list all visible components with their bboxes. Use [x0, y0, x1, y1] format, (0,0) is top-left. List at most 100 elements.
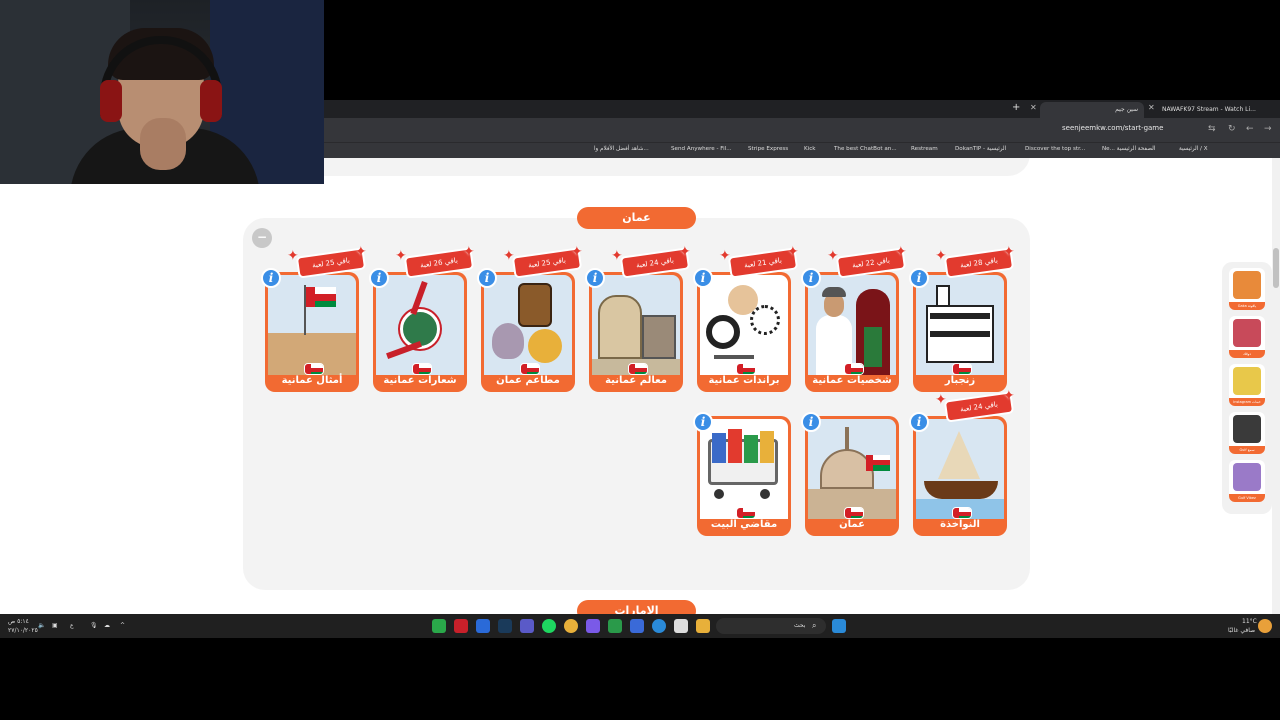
category-card-oman[interactable]: i عمان [801, 412, 899, 536]
chrome-icon[interactable] [564, 619, 578, 633]
bookmark-item[interactable]: شاهد أفضل الأفلام وا... [594, 146, 649, 152]
side-rail-item[interactable]: Gulf سمع [1229, 412, 1265, 454]
bookmark-item[interactable]: الرئيسية / X [1179, 146, 1208, 152]
bookmark-item[interactable]: DokanTIP - الرئيسية [955, 146, 1006, 152]
star-icon: ✦ [355, 244, 367, 260]
info-icon[interactable]: i [477, 268, 497, 288]
bookmark-item[interactable]: Stripe Express [748, 146, 788, 152]
webcam-overlay [0, 0, 324, 184]
tab-kick-stream[interactable]: NAWAFK97 Stream - Watch Li... [1156, 102, 1268, 118]
star-icon: ✦ [827, 248, 839, 264]
close-tab-icon[interactable]: ✕ [1148, 103, 1155, 112]
category-card-groceries[interactable]: i مقاضي البيت [693, 412, 791, 536]
taskbar-search[interactable]: بحث ⌕ [716, 618, 826, 634]
forward-icon[interactable]: → [1264, 124, 1272, 134]
spotify-icon[interactable] [542, 619, 556, 633]
side-rail: Gaka ياقوتة ذوقك Instagram خبنات Gulf سم… [1222, 262, 1272, 514]
previous-section-panel [243, 158, 1030, 176]
info-icon[interactable]: i [585, 268, 605, 288]
network-icon[interactable]: ▣ [52, 622, 58, 629]
back-icon[interactable]: ← [1246, 124, 1254, 134]
app-icon[interactable] [454, 619, 468, 633]
discord-icon[interactable] [586, 619, 600, 633]
app-icon[interactable] [630, 619, 644, 633]
category-card-omani-landmarks[interactable]: i باقي 24 لعبة ✦ ✦ معالم عمانية [585, 244, 691, 392]
category-card-omani-brands[interactable]: i باقي 21 لعبة ✦ ✦ براندات عمانية [693, 244, 799, 392]
card-title: النواخذة [940, 519, 980, 530]
bookmark-item[interactable]: Restream [911, 146, 938, 152]
info-icon[interactable]: i [909, 268, 929, 288]
card-image [376, 275, 464, 375]
translate-icon[interactable]: ⇆ [1208, 124, 1216, 134]
scrollbar-track[interactable] [1272, 158, 1280, 614]
star-icon: ✦ [1003, 388, 1015, 404]
category-card-zanzibar[interactable]: i باقي 28 لعبة ✦ ✦ زنجبار [909, 244, 1015, 392]
bookmark-item[interactable]: Ne... الصفحة الرئيسية [1102, 146, 1155, 152]
star-icon: ✦ [287, 248, 299, 264]
card-title: شعارات عمانية [383, 375, 457, 386]
card-title: مطاعم عمان [496, 375, 560, 386]
weather-temp[interactable]: 11°C [1242, 618, 1257, 625]
card-title: مقاضي البيت [710, 519, 778, 530]
word-icon[interactable] [476, 619, 490, 633]
scrollbar-thumb[interactable] [1273, 248, 1279, 288]
bookmark-item[interactable]: Discover the top str... [1025, 146, 1085, 152]
close-tab-icon[interactable]: ✕ [1030, 103, 1037, 112]
info-icon[interactable]: i [693, 268, 713, 288]
weather-icon[interactable] [1258, 619, 1272, 633]
steam-icon[interactable] [498, 619, 512, 633]
card-image [916, 419, 1004, 519]
side-rail-item[interactable]: ذوقك [1229, 316, 1265, 358]
star-icon: ✦ [611, 248, 623, 264]
store-icon[interactable] [674, 619, 688, 633]
info-icon[interactable]: i [693, 412, 713, 432]
tab-seenjeem[interactable]: سين جيم [1040, 102, 1144, 118]
card-title: براندات عمانية [708, 375, 780, 386]
start-icon[interactable] [832, 619, 846, 633]
card-image [268, 275, 356, 375]
teams-icon[interactable] [520, 619, 534, 633]
side-rail-item[interactable]: Gulf Vibez [1229, 460, 1265, 502]
edge-icon[interactable] [652, 619, 666, 633]
chevron-up-icon[interactable]: ^ [120, 622, 125, 629]
bookmark-item[interactable]: Send Anywhere - Fil... [671, 146, 732, 152]
star-icon: ✦ [1003, 244, 1015, 260]
clock-date[interactable]: ٢٧/١٠/٢٠٢٥ [8, 627, 38, 634]
weather-desc[interactable]: صافي غالبًا [1228, 627, 1255, 634]
info-icon[interactable]: i [369, 268, 389, 288]
search-placeholder: بحث [794, 622, 806, 629]
card-image [916, 275, 1004, 375]
info-icon[interactable]: i [261, 268, 281, 288]
collapse-button[interactable]: − [252, 228, 272, 248]
address-bar: seenjeemkw.com/start-game ⇆ ↻ ← → [324, 118, 1280, 142]
reload-icon[interactable]: ↻ [1228, 124, 1236, 134]
bookmark-item[interactable]: Kick [804, 146, 816, 152]
cloud-icon[interactable]: ☁ [104, 622, 110, 629]
url-field[interactable]: seenjeemkw.com/start-game [1062, 124, 1163, 132]
info-icon[interactable]: i [801, 268, 821, 288]
category-card-omani-figures[interactable]: i باقي 22 لعبة ✦ ✦ شخصيات عمانية [801, 244, 907, 392]
info-icon[interactable]: i [909, 412, 929, 432]
info-icon[interactable]: i [801, 412, 821, 432]
volume-icon[interactable]: 🔈 [38, 622, 45, 629]
clock-time[interactable]: ٥:١٤ ص [8, 618, 29, 625]
side-rail-item[interactable]: Gaka ياقوتة [1229, 268, 1265, 310]
section-title-oman: عمان [577, 207, 696, 229]
folder-icon[interactable] [696, 619, 710, 633]
category-card-oman-restaurants[interactable]: i باقي 25 لعبة ✦ ✦ مطاعم عمان [477, 244, 583, 392]
category-card-omani-logos[interactable]: i باقي 26 لعبة ✦ ✦ شعارات عمانية [369, 244, 475, 392]
star-icon: ✦ [895, 244, 907, 260]
mic-icon[interactable]: 🎙 [90, 622, 98, 629]
card-image [592, 275, 680, 375]
new-tab-icon[interactable]: + [1012, 102, 1020, 113]
star-icon: ✦ [503, 248, 515, 264]
side-rail-item[interactable]: Instagram خبنات [1229, 364, 1265, 406]
card-title: أمثال عمانية [281, 375, 343, 386]
language-indicator[interactable]: ع [70, 622, 74, 629]
category-card-nawakhtha[interactable]: i باقي 24 لعبة ✦ ✦ النواخذة [909, 388, 1015, 536]
bookmark-item[interactable]: The best ChatBot an... [834, 146, 897, 152]
xbox-icon[interactable] [432, 619, 446, 633]
app-icon[interactable] [608, 619, 622, 633]
category-card-omani-proverbs[interactable]: i باقي 25 لعبة ✦ ✦ أمثال عمانية [261, 244, 367, 392]
search-icon: ⌕ [812, 621, 817, 630]
